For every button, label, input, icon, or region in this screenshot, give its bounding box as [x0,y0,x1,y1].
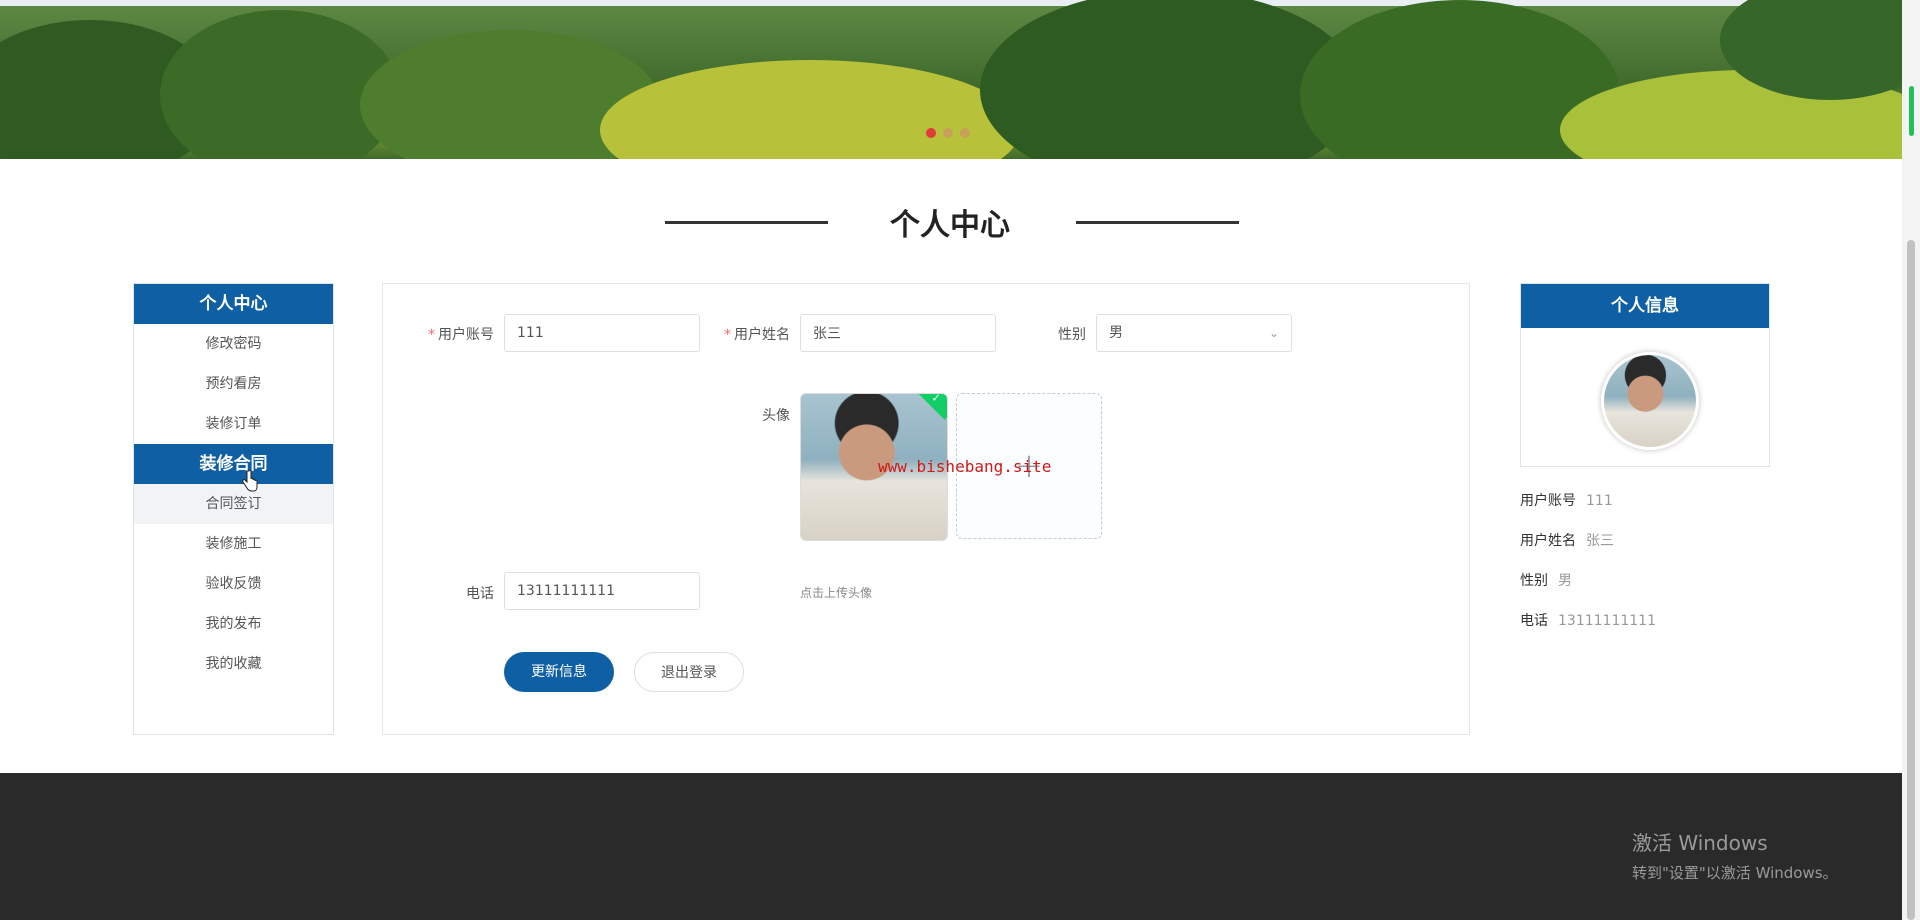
scroll-indicator [1909,86,1914,136]
menu-item-my-posts[interactable]: 我的发布 [134,604,333,644]
name-input[interactable] [800,314,996,352]
info-value: 13111111111 [1558,613,1656,629]
upload-success-badge: ✓ [916,393,947,420]
info-label: 性别 [1520,573,1548,589]
account-label: * 用户账号 [428,327,494,343]
info-label: 电话 [1520,613,1548,629]
name-label: * 用户姓名 [724,327,790,343]
update-info-button[interactable]: 更新信息 [504,652,614,692]
hand-cursor-icon [242,470,258,492]
info-value: 张三 [1586,533,1614,549]
info-value: 111 [1586,493,1613,509]
info-card-header: 个人信息 [1521,284,1769,328]
menu-item-acceptance[interactable]: 验收反馈 [134,564,333,604]
info-row-gender: 性别男 [1520,570,1572,590]
gender-select-value: 男 [1109,325,1123,341]
title-line-right [1076,221,1239,224]
info-label: 用户姓名 [1520,533,1576,549]
banner-tree [160,10,400,159]
menu-item-orders[interactable]: 装修订单 [134,404,333,444]
banner-dot[interactable] [960,128,970,138]
banner-dot[interactable] [943,128,953,138]
info-row-account: 用户账号 111 [1520,490,1613,510]
scrollbar-thumb[interactable] [1907,240,1915,920]
info-label: 用户账号 [1520,493,1576,509]
menu-group-contract[interactable]: 装修合同 [134,444,333,484]
menu-item-change-password[interactable]: 修改密码 [134,324,333,364]
windows-activation-hint: 转到"设置"以激活 Windows。 [1632,864,1838,882]
avatar [1601,352,1699,450]
info-value: 男 [1558,573,1572,589]
windows-activation-title: 激活 Windows [1632,831,1768,855]
account-input[interactable] [504,314,700,352]
avatar-label: 头像 [762,408,790,424]
page-footer [0,773,1902,920]
menu-header[interactable]: 个人中心 [134,284,333,324]
banner-top-strip [0,0,1902,6]
windows-activation-notice: 激活 Windows 转到"设置"以激活 Windows。 [1632,827,1838,883]
banner-dot-active[interactable] [926,128,936,138]
upload-tip: 点击上传头像 [800,586,873,600]
chevron-down-icon: ⌄ [1268,326,1279,340]
logout-button[interactable]: 退出登录 [634,652,744,692]
phone-input[interactable] [504,572,700,610]
title-line-left [665,221,828,224]
menu-item-construction[interactable]: 装修施工 [134,524,333,564]
info-row-phone: 电话 13111111111 [1520,610,1656,630]
info-row-name: 用户姓名 张三 [1520,530,1614,550]
profile-info-card: 个人信息 [1520,283,1770,467]
check-icon: ✓ [931,393,941,405]
phone-label: 电话 [466,586,494,602]
left-menu: 个人中心 修改密码 预约看房 装修订单 装修合同 合同签订 装修施工 验收反馈 … [133,283,334,735]
menu-item-contract-sign[interactable]: 合同签订 [134,484,333,524]
watermark: www.bishebang.site [878,457,1052,476]
page-scrollbar[interactable] [1902,0,1920,920]
menu-item-favorites[interactable]: 我的收藏 [134,644,333,684]
banner-lawn [600,60,1020,159]
hero-banner [0,0,1902,159]
gender-label: 性别 [1058,327,1086,343]
menu-item-booking[interactable]: 预约看房 [134,364,333,404]
gender-select[interactable]: 男 ⌄ [1096,314,1292,352]
page-title: 个人中心 [890,208,1010,243]
